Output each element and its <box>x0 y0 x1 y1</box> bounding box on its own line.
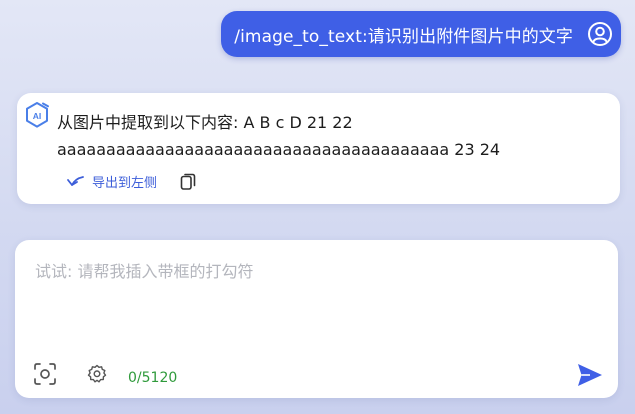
export-arrow-icon <box>65 174 85 190</box>
ai-response-actions: 导出到左侧 <box>65 172 197 191</box>
ai-logo-text: AI <box>33 111 42 121</box>
chat-input-panel: 0/5120 <box>15 240 618 398</box>
user-message-row: /image_to_text:请识别出附件图片中的文字 <box>221 11 621 57</box>
export-to-left-button[interactable]: 导出到左侧 <box>65 172 157 191</box>
screenshot-icon[interactable] <box>33 362 57 386</box>
user-message-text: /image_to_text:请识别出附件图片中的文字 <box>234 26 573 47</box>
chat-input-field[interactable] <box>35 258 595 338</box>
copy-icon[interactable] <box>179 173 197 191</box>
send-icon[interactable] <box>576 362 604 388</box>
export-to-left-label: 导出到左侧 <box>92 176 158 191</box>
ai-response-card: AI 从图片中提取到以下内容: A B c D 21 22 aaaaaaaaaa… <box>17 93 620 204</box>
user-message-bubble: /image_to_text:请识别出附件图片中的文字 <box>221 11 621 57</box>
user-circle-icon[interactable] <box>587 21 613 47</box>
gear-icon[interactable] <box>87 364 107 384</box>
character-counter: 0/5120 <box>128 370 178 386</box>
ai-hexagon-logo-icon: AI <box>24 101 50 129</box>
ai-response-text: 从图片中提取到以下内容: A B c D 21 22 aaaaaaaaaaaaa… <box>57 113 501 159</box>
